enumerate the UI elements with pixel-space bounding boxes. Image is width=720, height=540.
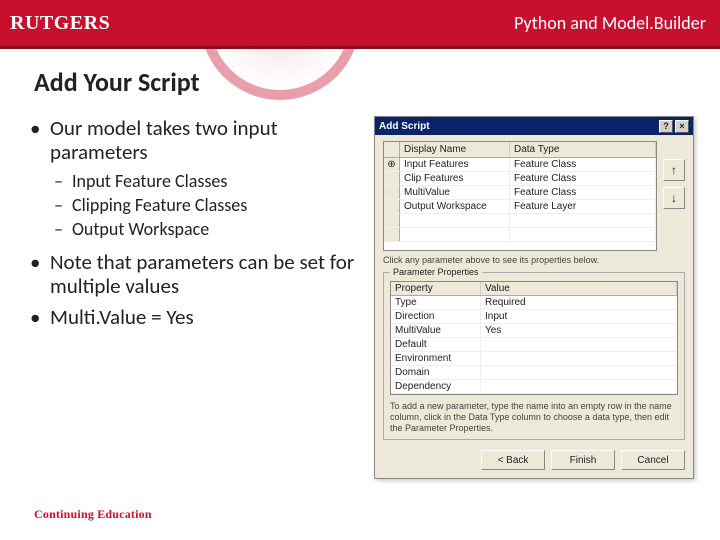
grid-header-data-type: Data Type bbox=[510, 142, 656, 157]
parameter-properties-fieldset: Parameter Properties Property Value Type… bbox=[383, 267, 685, 440]
back-button[interactable]: < Back bbox=[481, 450, 545, 470]
table-row[interactable]: DirectionInput bbox=[391, 310, 677, 324]
prop-header-property: Property bbox=[391, 282, 481, 295]
table-row[interactable]: Dependency bbox=[391, 380, 677, 394]
table-row[interactable]: Output Workspace Feature Layer bbox=[384, 200, 656, 214]
table-row[interactable]: MultiValue Feature Class bbox=[384, 186, 656, 200]
move-down-button[interactable]: ↓ bbox=[663, 187, 685, 209]
bullet-1a: Input Feature Classes bbox=[30, 170, 370, 192]
table-row[interactable]: Default bbox=[391, 338, 677, 352]
text-column: Our model takes two input parameters Inp… bbox=[30, 116, 370, 479]
finish-button[interactable]: Finish bbox=[551, 450, 615, 470]
move-up-button[interactable]: ↑ bbox=[663, 159, 685, 181]
table-row[interactable]: Environment bbox=[391, 352, 677, 366]
slide-title: Add Your Script bbox=[34, 66, 720, 98]
footer: Continuing Education bbox=[34, 507, 152, 522]
titlebar[interactable]: Add Script ? × bbox=[375, 117, 693, 135]
prop-header-value: Value bbox=[481, 282, 677, 295]
fieldset-legend: Parameter Properties bbox=[390, 267, 482, 277]
bullet-1b: Clipping Feature Classes bbox=[30, 194, 370, 216]
grid-header-display-name: Display Name bbox=[400, 142, 510, 157]
content: Our model takes two input parameters Inp… bbox=[0, 98, 720, 479]
close-icon[interactable]: × bbox=[675, 120, 689, 133]
bullet-1c: Output Workspace bbox=[30, 218, 370, 240]
dialog-column: Add Script ? × Display Name Data Type bbox=[370, 116, 708, 479]
bullet-3: Multi.Value = Yes bbox=[30, 305, 370, 329]
row-marker-icon: ⊕ bbox=[384, 158, 400, 171]
bullet-1: Our model takes two input parameters bbox=[30, 116, 370, 164]
header: RUTGERS Python and Model.Builder bbox=[0, 0, 720, 46]
parameter-grid[interactable]: Display Name Data Type ⊕ Input Features … bbox=[383, 141, 657, 251]
table-row[interactable]: Clip Features Feature Class bbox=[384, 172, 656, 186]
bullet-2: Note that parameters can be set for mult… bbox=[30, 250, 370, 298]
bullet-list: Our model takes two input parameters Inp… bbox=[30, 116, 370, 329]
header-title: Python and Model.Builder bbox=[514, 12, 706, 34]
hint-text: Click any parameter above to see its pro… bbox=[383, 255, 685, 265]
properties-grid[interactable]: Property Value TypeRequired DirectionInp… bbox=[390, 281, 678, 395]
table-row[interactable]: Domain bbox=[391, 366, 677, 380]
logo: RUTGERS bbox=[10, 12, 110, 35]
dialog-body: Display Name Data Type ⊕ Input Features … bbox=[375, 135, 693, 478]
table-row[interactable]: ⊕ Input Features Feature Class bbox=[384, 158, 656, 172]
help-icon[interactable]: ? bbox=[659, 120, 673, 133]
add-script-dialog: Add Script ? × Display Name Data Type bbox=[374, 116, 694, 479]
table-row[interactable]: MultiValueYes bbox=[391, 324, 677, 338]
dialog-title: Add Script bbox=[379, 121, 430, 132]
hint-text-2: To add a new parameter, type the name in… bbox=[390, 401, 678, 433]
table-row[interactable]: TypeRequired bbox=[391, 296, 677, 310]
cancel-button[interactable]: Cancel bbox=[621, 450, 685, 470]
